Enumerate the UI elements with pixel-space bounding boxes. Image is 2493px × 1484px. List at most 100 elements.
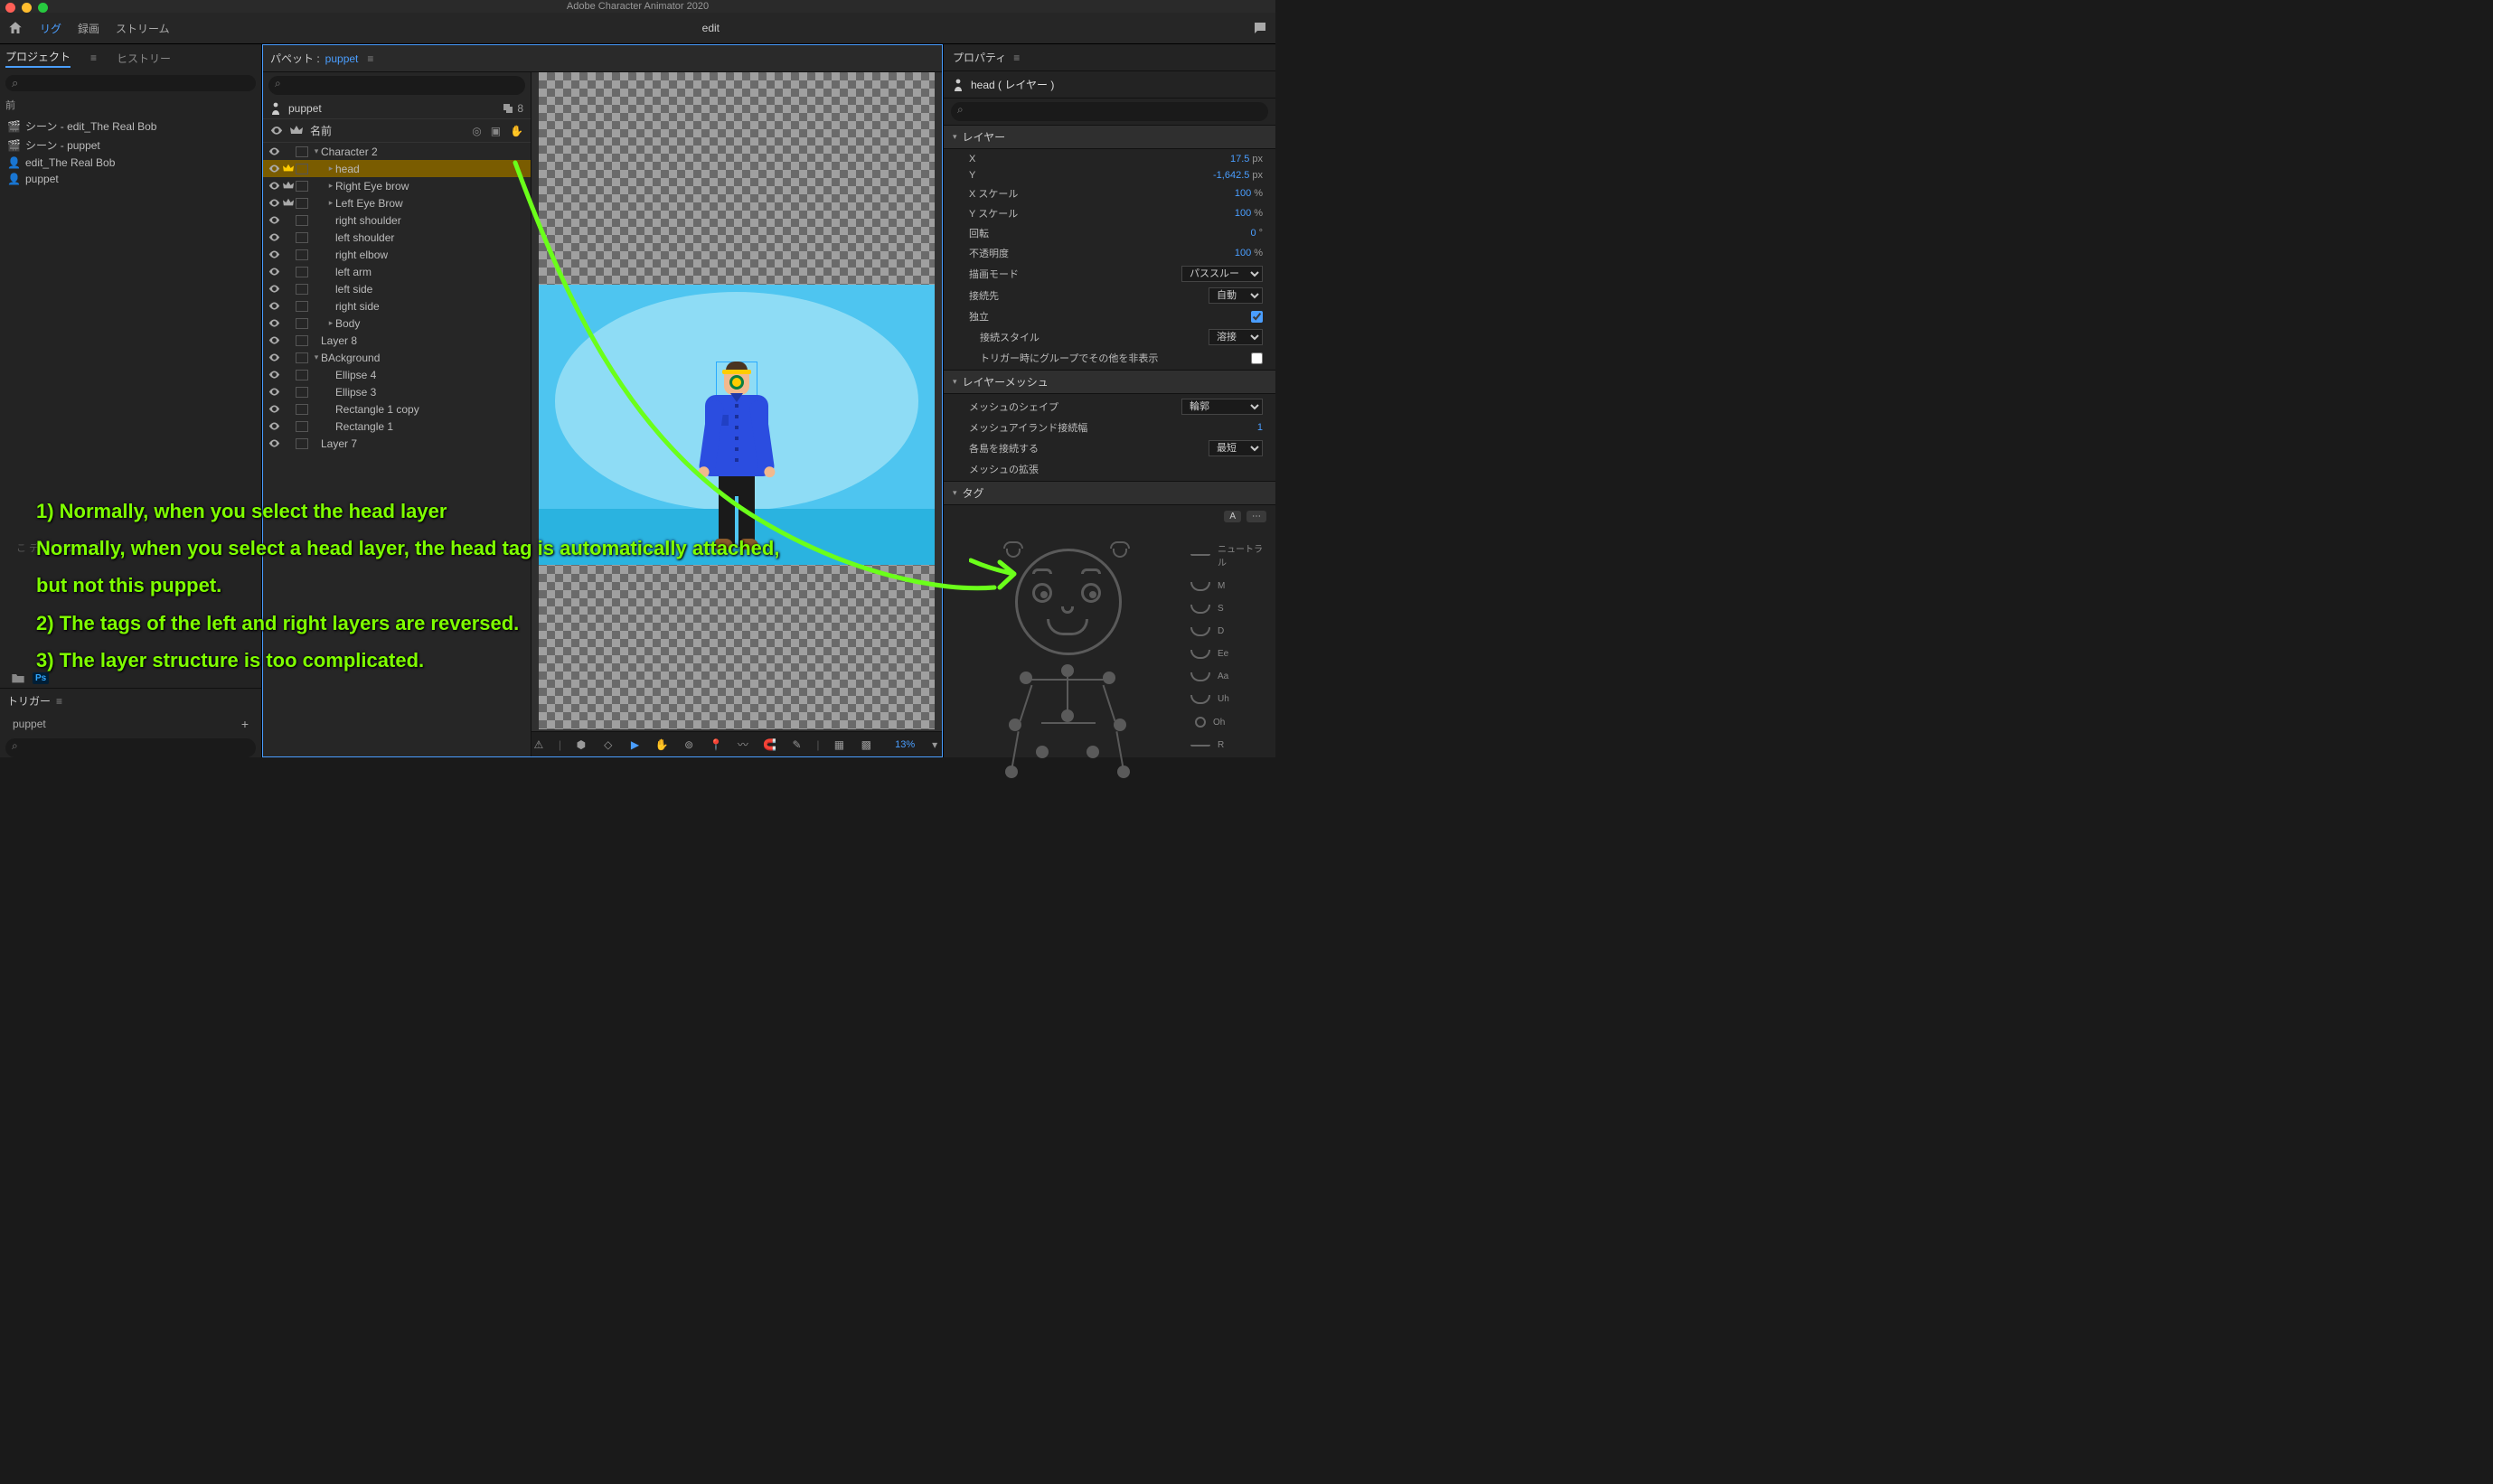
zoom-dropdown-icon[interactable]: ▾ [927, 737, 942, 752]
expand-arrow[interactable]: ▾ [312, 352, 321, 362]
checker-tool-icon[interactable]: ▩ [859, 737, 873, 752]
rig-right-hip-joint[interactable] [1087, 746, 1099, 758]
prop-xscale-value[interactable]: 100 [1235, 188, 1251, 199]
mesh-tool-icon[interactable]: ⬢ [574, 737, 588, 752]
viseme-row[interactable]: Ee [1190, 649, 1266, 659]
hierarchy-row[interactable]: right side [263, 297, 531, 315]
expand-arrow[interactable]: ▸ [326, 164, 335, 174]
project-search[interactable] [5, 75, 256, 91]
tag-a-button[interactable]: A [1224, 511, 1241, 522]
mesh-shape-select[interactable]: 輪郭 [1181, 399, 1263, 415]
hierarchy-row[interactable]: Ellipse 4 [263, 366, 531, 383]
crown-toggle[interactable] [281, 197, 296, 210]
hierarchy-row[interactable]: Layer 7 [263, 435, 531, 452]
expand-arrow[interactable]: ▾ [312, 146, 321, 156]
tab-rig[interactable]: リグ [40, 21, 61, 36]
hierarchy-row[interactable]: Ellipse 3 [263, 383, 531, 400]
rig-left-shoulder-joint[interactable] [1020, 672, 1032, 684]
handle-tool-icon[interactable]: ⊚ [682, 737, 696, 752]
prop-y-value[interactable]: -1,642.5 [1213, 170, 1249, 181]
hierarchy-row[interactable]: left arm [263, 263, 531, 280]
prop-independent-checkbox[interactable] [1251, 311, 1263, 323]
visibility-toggle[interactable] [267, 352, 281, 364]
prop-rotation-value[interactable]: 0 [1250, 228, 1256, 239]
visibility-toggle[interactable] [267, 283, 281, 296]
chat-icon[interactable] [1252, 20, 1268, 36]
rig-right-eye-closed[interactable] [1110, 541, 1130, 554]
viseme-row[interactable]: S [1190, 604, 1266, 614]
rig-right-elbow-joint[interactable] [1114, 719, 1126, 731]
prop-x-value[interactable]: 17.5 [1230, 154, 1249, 164]
trigger-item[interactable]: puppet + [0, 713, 261, 735]
viewport[interactable]: + ⚠ | ⬢ [532, 72, 942, 756]
visibility-toggle[interactable] [267, 420, 281, 433]
viseme-row[interactable]: Aa [1190, 672, 1266, 681]
puppet-root-label[interactable]: puppet [288, 102, 322, 115]
properties-menu-icon[interactable]: ≡ [1013, 52, 1020, 64]
tab-history[interactable]: ヒストリー [117, 51, 171, 66]
visibility-toggle[interactable] [267, 163, 281, 175]
folder-row[interactable]: Ps [0, 668, 261, 688]
rig-left-hip-joint[interactable] [1036, 746, 1049, 758]
warning-tool-icon[interactable]: ⚠ [532, 737, 546, 752]
viseme-row[interactable]: R [1190, 740, 1266, 750]
prop-yscale-value[interactable]: 100 [1235, 208, 1251, 219]
magnet-tool-icon[interactable]: 🧲 [763, 737, 777, 752]
rig-neck-joint[interactable] [1061, 664, 1074, 677]
visibility-toggle[interactable] [267, 266, 281, 278]
project-item[interactable]: 🎬シーン - puppet [0, 136, 261, 155]
project-item[interactable]: 👤puppet [0, 171, 261, 187]
puppet-panel-value[interactable]: puppet [325, 52, 359, 65]
rig-face[interactable] [1015, 549, 1122, 655]
prop-drawmode-select[interactable]: パススルー [1181, 266, 1263, 282]
maximize-window[interactable] [38, 3, 48, 13]
prop-opacity-value[interactable]: 100 [1235, 248, 1251, 258]
section-tag[interactable]: ▾タグ [944, 481, 1275, 505]
rig-chest-joint[interactable] [1061, 709, 1074, 722]
crown-toggle[interactable] [281, 180, 296, 193]
rig-left-eye-closed[interactable] [1003, 541, 1023, 554]
hierarchy-row[interactable]: ▸head [263, 160, 531, 177]
rig-figure[interactable] [965, 541, 1164, 812]
photoshop-badge[interactable]: Ps [33, 672, 49, 684]
crown-toggle[interactable] [281, 163, 296, 175]
minimize-window[interactable] [22, 3, 32, 13]
mesh-island-value[interactable]: 1 [1257, 422, 1263, 433]
hierarchy-row[interactable]: ▾BAckground [263, 349, 531, 366]
trigger-menu-icon[interactable]: ≡ [56, 695, 62, 708]
tab-stream[interactable]: ストリーム [116, 21, 170, 36]
mesh-connect-select[interactable]: 最短 [1209, 440, 1263, 456]
properties-search[interactable] [951, 102, 1268, 121]
hand-tool-icon[interactable]: ✋ [654, 737, 669, 752]
dangle-tool-icon[interactable]: 〰 [736, 737, 750, 752]
hierarchy-search-input[interactable] [268, 76, 525, 95]
hierarchy-row[interactable]: Rectangle 1 [263, 418, 531, 435]
viseme-row[interactable]: Uh [1190, 694, 1266, 704]
hierarchy-row[interactable]: ▸Right Eye brow [263, 177, 531, 194]
tag-more-button[interactable] [1246, 511, 1266, 522]
visibility-toggle[interactable] [267, 197, 281, 210]
viseme-row[interactable]: M [1190, 581, 1266, 591]
visibility-toggle[interactable] [267, 437, 281, 450]
hierarchy-row[interactable]: ▸Left Eye Brow [263, 194, 531, 211]
hierarchy-row[interactable]: Layer 8 [263, 332, 531, 349]
hierarchy-row[interactable]: left side [263, 280, 531, 297]
project-menu-icon[interactable]: ≡ [90, 52, 97, 64]
trigger-search[interactable] [5, 738, 256, 757]
expand-arrow[interactable]: ▸ [326, 198, 335, 208]
rig-right-hand-joint[interactable] [1117, 765, 1130, 778]
prop-attachstyle-select[interactable]: 溶接 [1209, 329, 1263, 345]
rig-left-brow[interactable] [1032, 568, 1052, 574]
rig-left-hand-joint[interactable] [1005, 765, 1018, 778]
close-window[interactable] [5, 3, 15, 13]
grid-tool-icon[interactable]: ▦ [833, 737, 847, 752]
stick-tool-icon[interactable]: ✎ [790, 737, 804, 752]
visibility-toggle[interactable] [267, 386, 281, 399]
hierarchy-search[interactable] [268, 76, 525, 95]
project-search-input[interactable] [5, 75, 256, 91]
prop-attach-select[interactable]: 自動 [1209, 287, 1263, 304]
puppet-panel-menu-icon[interactable]: ≡ [367, 52, 373, 65]
hierarchy-row[interactable]: ▾Character 2 [263, 143, 531, 160]
expand-arrow[interactable]: ▸ [326, 181, 335, 191]
hierarchy-row[interactable]: ▸Body [263, 315, 531, 332]
